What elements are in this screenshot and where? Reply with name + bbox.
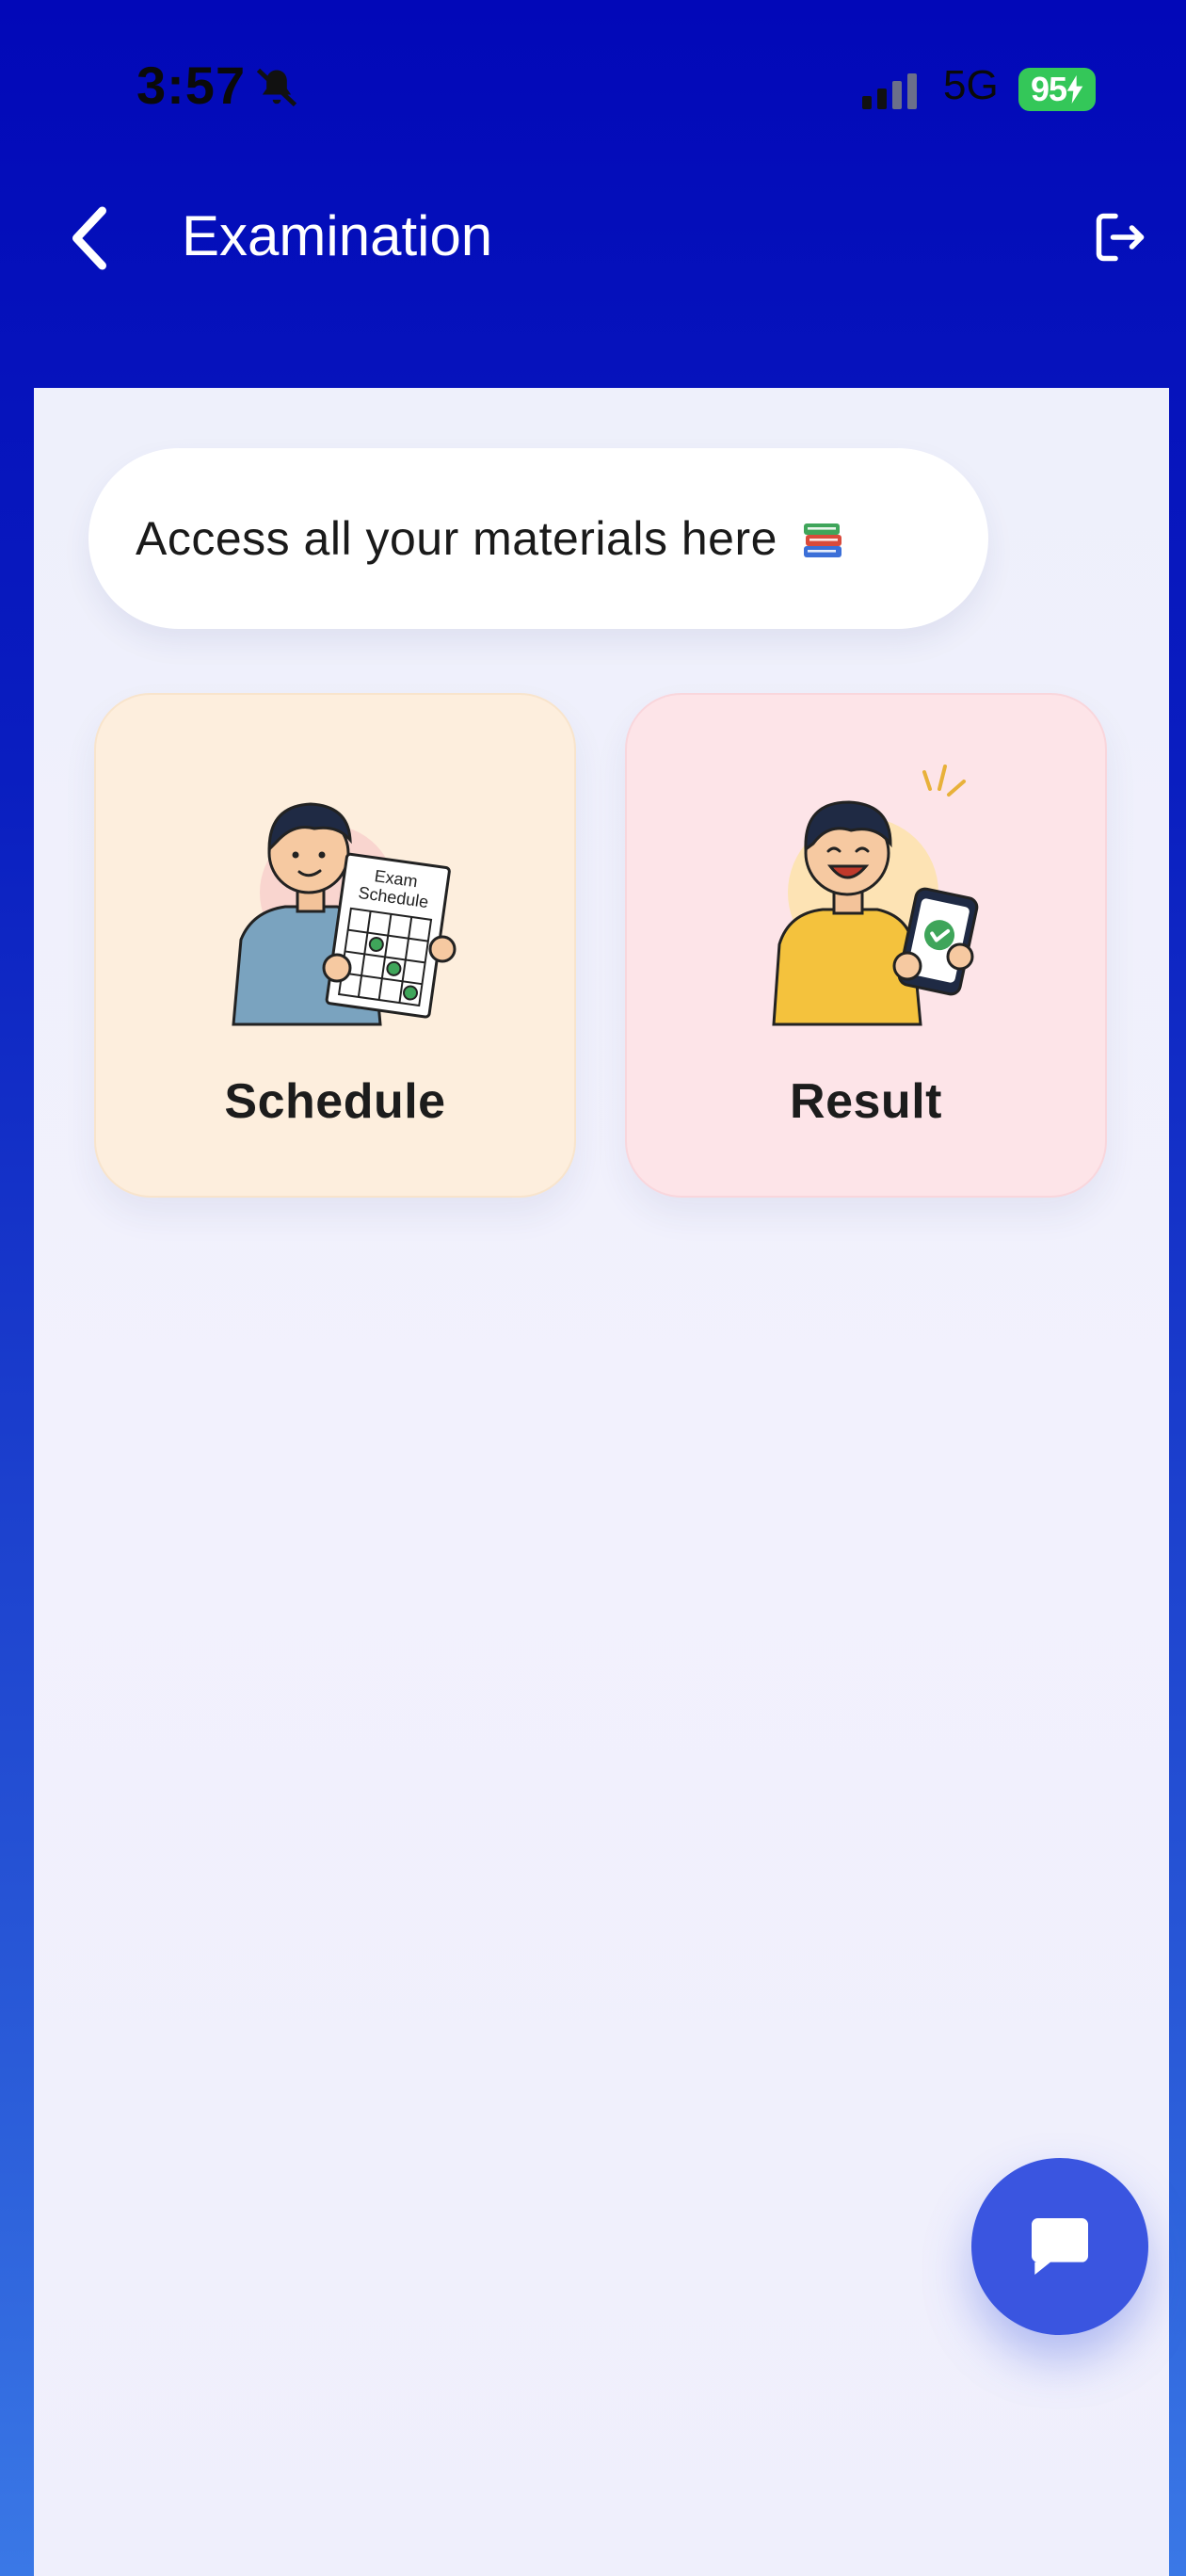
schedule-card[interactable]: Exam Schedule Schedule <box>94 693 576 1198</box>
battery-level: 95 <box>1030 70 1067 108</box>
exam-schedule-illustration: Exam Schedule <box>232 802 457 1026</box>
books-icon <box>803 523 841 557</box>
exam-result-illustration <box>772 765 979 1026</box>
back-button[interactable] <box>56 196 122 281</box>
status-bar: 3:57 5G 95 <box>0 0 1186 179</box>
bell-slash-icon <box>256 68 297 107</box>
banner-text: Access all your materials here <box>136 512 777 565</box>
result-label: Result <box>790 1074 942 1129</box>
charging-bolt-icon <box>1066 75 1083 104</box>
logout-button[interactable] <box>1082 200 1158 275</box>
status-time: 3:57 <box>136 56 247 115</box>
battery-indicator: 95 <box>1018 68 1096 111</box>
network-label: 5G <box>943 62 999 108</box>
app-bar: Examination <box>0 179 1186 386</box>
chevron-left-icon <box>72 206 106 270</box>
schedule-label: Schedule <box>224 1074 446 1129</box>
result-card[interactable]: Result <box>625 693 1107 1198</box>
chat-bubble-icon <box>1032 2218 1088 2275</box>
signal-icon <box>862 73 917 109</box>
page-title: Examination <box>182 204 493 267</box>
chat-button[interactable] <box>971 2158 1148 2335</box>
info-banner: Access all your materials here <box>88 448 988 629</box>
logout-icon <box>1096 213 1145 262</box>
